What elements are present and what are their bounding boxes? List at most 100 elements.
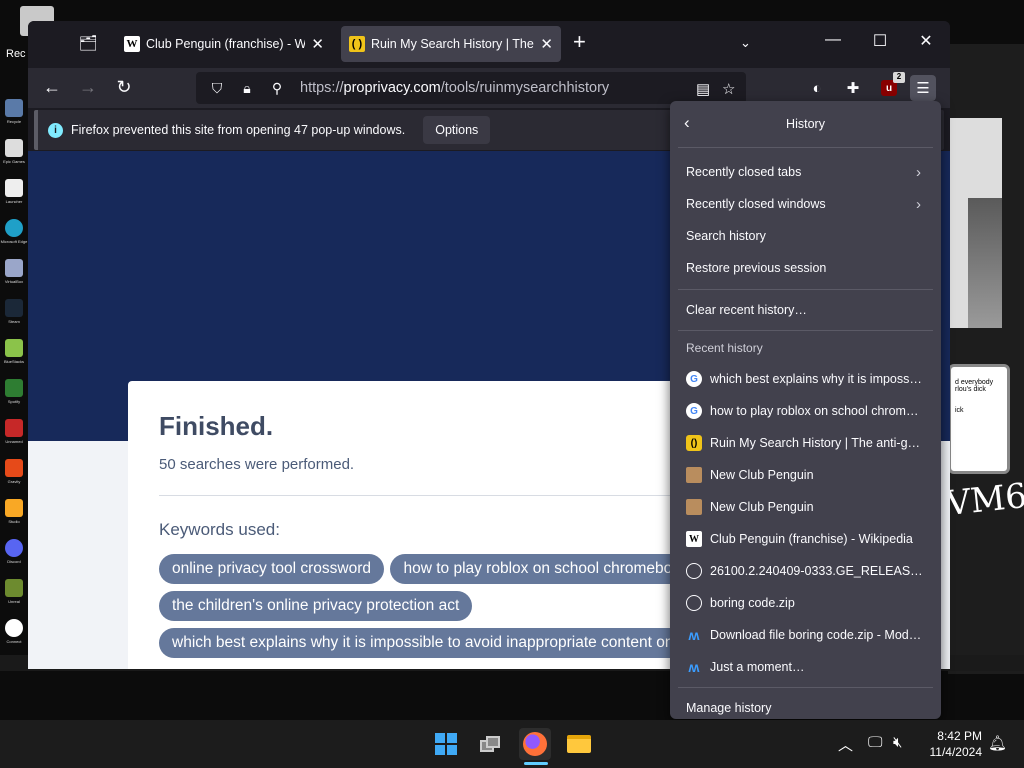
desktop-icon[interactable]: Steam <box>0 295 28 335</box>
forward-button[interactable]: → <box>76 77 100 98</box>
tab-title: Club Penguin (franchise) - Wiki <box>146 37 306 51</box>
recently-closed-tabs[interactable]: Recently closed tabs › <box>670 156 941 188</box>
info-icon: i <box>48 122 63 138</box>
permissions-icon[interactable]: ⚲ <box>268 80 286 97</box>
windows-icon <box>435 733 457 755</box>
lock-icon[interactable]: 🔒︎ <box>238 80 256 97</box>
bookmark-star-icon[interactable]: ☆ <box>722 80 735 98</box>
file-explorer-button[interactable] <box>563 728 595 760</box>
desktop-icon[interactable]: Gravity <box>0 455 28 495</box>
modsfire-icon: ʍ <box>688 627 700 643</box>
history-item[interactable]: New Club Penguin <box>670 459 941 491</box>
ruin-favicon-icon: () <box>686 435 702 451</box>
reader-view-icon[interactable]: ▤ <box>696 80 710 98</box>
launcher-icon <box>5 179 23 197</box>
desktop-icon[interactable]: Spotify <box>0 375 28 415</box>
desktop-icon[interactable]: BlueStacks <box>0 335 28 375</box>
history-item[interactable]: W Club Penguin (franchise) - Wikipedia <box>670 523 941 555</box>
steam-icon <box>5 299 23 317</box>
history-item[interactable]: Gwhich best explains why it is impossibl… <box>670 363 941 395</box>
wikipedia-icon: W <box>124 36 140 52</box>
close-window-button[interactable]: ✕ <box>911 31 941 51</box>
panel-header: ‹ History <box>670 101 941 147</box>
task-view-button[interactable] <box>475 728 507 760</box>
globe-icon <box>686 595 702 611</box>
desktop-icon[interactable]: Epic Games <box>0 135 28 175</box>
ublock-icon[interactable]: u2 <box>876 72 905 101</box>
desktop-icon[interactable]: Recycle <box>0 95 28 135</box>
divider <box>159 495 699 496</box>
chevron-right-icon: › <box>916 163 921 181</box>
restore-previous-session[interactable]: Restore previous session <box>670 252 941 284</box>
reload-button[interactable]: ↻ <box>112 77 136 98</box>
keyword-pill[interactable]: which best explains why it is impossible… <box>159 628 711 658</box>
new-tab-button[interactable]: + <box>573 31 586 53</box>
back-arrow-icon[interactable]: ‹ <box>684 113 690 133</box>
firefox-view-icon[interactable]: 🗂 <box>78 34 98 52</box>
red-app-icon <box>5 419 23 437</box>
volume-muted-icon[interactable]: 🔇︎ <box>893 734 902 751</box>
desktop-label: Rec <box>6 48 26 60</box>
url-text[interactable]: https://proprivacy.com/tools/ruinmysearc… <box>300 80 609 96</box>
chevron-down-icon[interactable]: ⌄ <box>740 35 751 51</box>
background-note: d everybody rlou's dick ick <box>948 364 1010 474</box>
penguin-icon <box>686 467 702 483</box>
container-icon[interactable]: ◐ <box>804 75 830 101</box>
network-icon[interactable]: 🖵 <box>868 734 882 751</box>
minimize-button[interactable]: — <box>818 31 848 49</box>
start-button[interactable] <box>430 728 462 760</box>
chevron-up-icon[interactable]: ︿ <box>838 734 853 755</box>
keyword-pill[interactable]: the children's online privacy protection… <box>159 591 473 621</box>
chevron-right-icon: › <box>916 195 921 213</box>
history-item[interactable]: () Ruin My Search History | The anti-goo… <box>670 427 941 459</box>
desktop-icon[interactable]: Launcher <box>0 175 28 215</box>
options-button[interactable]: Options <box>423 116 491 144</box>
separator <box>678 330 933 331</box>
desktop-icon[interactable]: Connect <box>0 615 28 655</box>
close-icon[interactable]: ✕ <box>540 35 553 53</box>
keyword-pill[interactable]: how to play roblox on school chromebook <box>390 554 702 584</box>
keywords-label: Keywords used: <box>159 520 280 539</box>
bluestacks-icon <box>5 339 23 357</box>
clock[interactable]: 8:42 PM 11/4/2024 <box>920 728 983 760</box>
history-item[interactable]: 26100.2.240409-0333.GE_RELEASE_SVC_… <box>670 555 941 587</box>
wikipedia-icon: W <box>686 531 702 547</box>
green-app-icon <box>5 379 23 397</box>
menu-button[interactable]: ☰ <box>910 75 936 101</box>
notification-bell-icon[interactable]: 🔔︎ <box>988 734 1007 752</box>
tab-wikipedia[interactable]: W Club Penguin (franchise) - Wiki ✕ <box>116 26 332 62</box>
history-panel: ‹ History Recently closed tabs › Recently… <box>670 101 941 719</box>
history-item[interactable]: New Club Penguin <box>670 491 941 523</box>
desktop-icon[interactable]: Microsoft Edge <box>0 215 28 255</box>
history-item[interactable]: Ghow to play roblox on school chromeb… <box>670 395 941 427</box>
maximize-button[interactable]: ☐ <box>865 31 895 51</box>
history-item[interactable]: ʍ Just a moment… <box>670 651 941 683</box>
desktop-icon[interactable]: Unnamed <box>0 415 28 455</box>
shield-icon[interactable]: ⛉ <box>208 80 226 97</box>
desktop-icon[interactable]: Unreal <box>0 575 28 615</box>
firefox-taskbar-button[interactable] <box>519 728 551 760</box>
clear-recent-history[interactable]: Clear recent history… <box>670 294 941 326</box>
tab-ruin-my-search-history[interactable]: ( ) Ruin My Search History | The ar ✕ <box>341 26 561 62</box>
extensions-icon[interactable]: ✚ <box>840 75 866 101</box>
ublock-badge: 2 <box>893 72 905 83</box>
back-button[interactable]: ← <box>40 77 64 98</box>
history-item[interactable]: ʍ Download file boring code.zip - ModsF… <box>670 619 941 651</box>
desktop-icon[interactable]: Discord <box>0 535 28 575</box>
keyword-pill[interactable]: online privacy tool crossword <box>159 554 385 584</box>
virtualbox-icon <box>5 259 23 277</box>
close-icon[interactable]: ✕ <box>311 35 324 53</box>
desktop-icon[interactable]: Studio <box>0 495 28 535</box>
search-history[interactable]: Search history <box>670 220 941 252</box>
recently-closed-windows[interactable]: Recently closed windows › <box>670 188 941 220</box>
tab-bar: 🗂 W Club Penguin (franchise) - Wiki ✕ ( … <box>28 21 950 68</box>
url-bar[interactable]: ⛉ 🔒︎ ⚲ https://proprivacy.com/tools/ruin… <box>196 72 746 104</box>
notification-message: Firefox prevented this site from opening… <box>71 123 406 137</box>
desktop-icon[interactable]: VirtualBox <box>0 255 28 295</box>
scribble-text: VM6 <box>944 475 1024 525</box>
searches-count: 50 searches were performed. <box>159 456 355 473</box>
firefox-icon <box>523 732 547 756</box>
taskbar: ︿ 🖵 🔇︎ 8:42 PM 11/4/2024 🔔︎ <box>0 720 1024 768</box>
history-item[interactable]: boring code.zip <box>670 587 941 619</box>
page-title: Finished. <box>159 411 274 441</box>
